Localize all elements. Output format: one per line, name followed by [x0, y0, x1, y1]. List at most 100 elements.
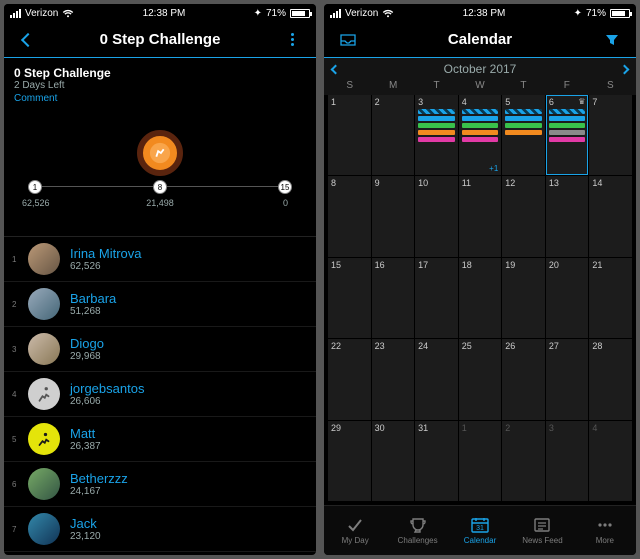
participant-value: 26,606 — [70, 396, 144, 407]
status-bar: Verizon 12:38 PM ✦ 71% — [4, 4, 316, 22]
calendar-day[interactable]: 31 — [415, 421, 458, 501]
activity-band — [549, 137, 586, 142]
leaderboard-row[interactable]: 7Jack23,120 — [4, 507, 316, 552]
calendar-screen: Verizon 12:38 PM ✦ 71% Calendar October … — [324, 4, 636, 555]
bluetooth-icon: ✦ — [574, 8, 582, 19]
calendar-day[interactable]: 7 — [589, 95, 632, 175]
calendar-icon: 31 — [470, 516, 490, 534]
day-number: 15 — [331, 260, 341, 270]
battery-icon — [610, 9, 630, 18]
more-button[interactable] — [278, 33, 306, 46]
bluetooth-icon: ✦ — [254, 8, 262, 19]
nav-bar: 0 Step Challenge — [4, 22, 316, 58]
calendar-day[interactable]: 25 — [459, 339, 502, 419]
calendar-day[interactable]: 29 — [328, 421, 371, 501]
leaderboard-row[interactable]: 5Matt26,387 — [4, 417, 316, 462]
avatar — [28, 513, 60, 545]
leaderboard: 1Irina Mitrova62,5262Barbara51,2683Diogo… — [4, 237, 316, 555]
calendar-day[interactable]: 30 — [372, 421, 415, 501]
calendar-day[interactable]: 28 — [589, 339, 632, 419]
calendar-day[interactable]: 3 — [415, 95, 458, 175]
calendar-day[interactable]: 22 — [328, 339, 371, 419]
calendar-day[interactable]: 8 — [328, 176, 371, 256]
calendar-day[interactable]: 13 — [546, 176, 589, 256]
calendar-day[interactable]: 17 — [415, 258, 458, 338]
activity-band — [505, 130, 542, 135]
calendar-day[interactable]: 18 — [459, 258, 502, 338]
calendar-day[interactable]: 4 — [589, 421, 632, 501]
tab-my-day[interactable]: My Day — [324, 506, 386, 555]
calendar-day[interactable]: 10 — [415, 176, 458, 256]
participant-name: Betherzzz — [70, 471, 128, 486]
calendar-day[interactable]: 15 — [328, 258, 371, 338]
svg-text:31: 31 — [476, 525, 484, 532]
calendar-grid: 1234+156♛7891011121314151617181920212223… — [324, 95, 636, 505]
participant-value: 26,387 — [70, 441, 101, 452]
signal-icon — [330, 9, 341, 18]
avatar — [28, 243, 60, 275]
battery-pct: 71% — [586, 8, 606, 19]
day-number: 6 — [549, 97, 554, 107]
activity-band — [505, 123, 542, 128]
calendar-day[interactable]: 14 — [589, 176, 632, 256]
back-button[interactable] — [14, 35, 42, 45]
calendar-day[interactable]: 4+1 — [459, 95, 502, 175]
prev-month-button[interactable] — [331, 64, 341, 74]
calendar-day[interactable]: 2 — [372, 95, 415, 175]
calendar-day[interactable]: 11 — [459, 176, 502, 256]
leaderboard-row[interactable]: 4jorgebsantos26,606 — [4, 372, 316, 417]
calendar-day[interactable]: 2 — [502, 421, 545, 501]
calendar-day[interactable]: 6♛ — [546, 95, 589, 175]
leaderboard-row[interactable]: 2Barbara51,268 — [4, 282, 316, 327]
tab-label: Challenges — [398, 536, 438, 545]
tab-label: My Day — [342, 536, 369, 545]
participant-value: 24,167 — [70, 486, 128, 497]
calendar-day[interactable]: 9 — [372, 176, 415, 256]
leaderboard-row[interactable]: 3Diogo29,968 — [4, 327, 316, 372]
clock: 12:38 PM — [143, 8, 186, 19]
calendar-day[interactable]: 21 — [589, 258, 632, 338]
activity-band — [418, 116, 455, 121]
leaderboard-row[interactable]: 8Valentina Palladino — [4, 552, 316, 555]
next-month-button[interactable] — [620, 64, 630, 74]
activity-bands — [462, 109, 499, 142]
wifi-icon — [62, 9, 74, 18]
day-number: 19 — [505, 260, 515, 270]
rank-number: 4 — [12, 390, 22, 399]
clock: 12:38 PM — [463, 8, 506, 19]
calendar-day[interactable]: 1 — [328, 95, 371, 175]
avatar — [28, 288, 60, 320]
funnel-icon — [605, 34, 619, 46]
leaderboard-row[interactable]: 1Irina Mitrova62,526 — [4, 237, 316, 282]
day-node: 15 — [278, 180, 292, 194]
calendar-day[interactable]: 24 — [415, 339, 458, 419]
rank-number: 5 — [12, 435, 22, 444]
comment-link[interactable]: Comment — [14, 93, 306, 104]
calendar-day[interactable]: 19 — [502, 258, 545, 338]
calendar-day[interactable]: 12 — [502, 176, 545, 256]
tab-news-feed[interactable]: News Feed — [511, 506, 573, 555]
calendar-day[interactable]: 23 — [372, 339, 415, 419]
tab-bar: My Day Challenges 31CalendarNews FeedMore — [324, 505, 636, 555]
leaderboard-row[interactable]: 6Betherzzz24,167 — [4, 462, 316, 507]
avatar — [28, 423, 60, 455]
inbox-button[interactable] — [334, 34, 362, 46]
tab-calendar[interactable]: 31Calendar — [449, 506, 511, 555]
calendar-day[interactable]: 1 — [459, 421, 502, 501]
challenge-name: 0 Step Challenge — [14, 66, 306, 80]
tab-more[interactable]: More — [574, 506, 636, 555]
activity-band — [462, 137, 499, 142]
day-number: 1 — [331, 97, 336, 107]
day-number: 20 — [549, 260, 559, 270]
calendar-day[interactable]: 5 — [502, 95, 545, 175]
more-icon — [595, 516, 615, 534]
calendar-day[interactable]: 27 — [546, 339, 589, 419]
tab-challenges[interactable]: Challenges — [386, 506, 448, 555]
filter-button[interactable] — [598, 34, 626, 46]
day-number: 13 — [549, 178, 559, 188]
calendar-day[interactable]: 26 — [502, 339, 545, 419]
calendar-day[interactable]: 16 — [372, 258, 415, 338]
calendar-day[interactable]: 3 — [546, 421, 589, 501]
weekday-label: S — [328, 80, 371, 91]
calendar-day[interactable]: 20 — [546, 258, 589, 338]
